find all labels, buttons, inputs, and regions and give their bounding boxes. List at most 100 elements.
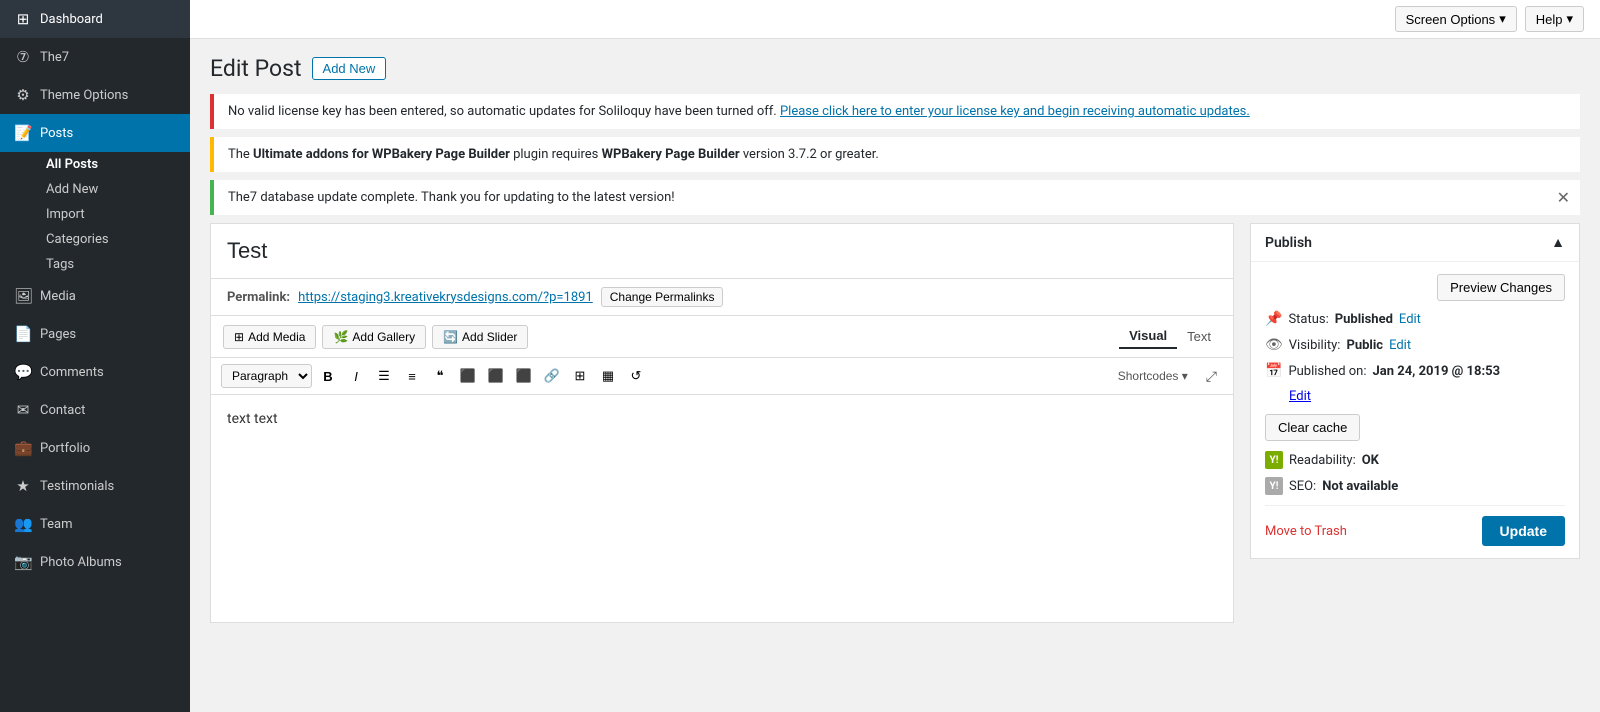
permalink-url[interactable]: https://staging3.kreativekrysdesigns.com… — [298, 290, 593, 305]
unordered-list-button[interactable]: ☰ — [372, 364, 396, 388]
published-on-label: Published on: — [1288, 364, 1366, 379]
paragraph-select[interactable]: Paragraph — [221, 364, 312, 388]
sidebar-item-label: The7 — [40, 50, 69, 65]
add-media-button[interactable]: ⊞ Add Media — [223, 325, 316, 349]
post-title-input[interactable] — [211, 224, 1233, 279]
add-gallery-button[interactable]: 🌿 Add Gallery — [322, 325, 426, 349]
visibility-edit-link[interactable]: Edit — [1389, 338, 1411, 353]
published-on-row: 📅 Published on: Jan 24, 2019 @ 18:53 — [1265, 363, 1565, 379]
add-media-icon: ⊞ — [234, 330, 244, 344]
preview-changes-button[interactable]: Preview Changes — [1437, 274, 1565, 301]
slider-icon: 🔄 — [443, 330, 458, 344]
sidebar-item-label: Team — [40, 517, 73, 532]
sidebar-item-label: Photo Albums — [40, 555, 122, 570]
contact-icon: ✉ — [14, 401, 32, 419]
add-media-label: Add Media — [248, 330, 305, 344]
editor-layout: Permalink: https://staging3.kreativekrys… — [210, 223, 1580, 623]
portfolio-icon: 💼 — [14, 439, 32, 457]
status-edit-link[interactable]: Edit — [1399, 312, 1421, 327]
blockquote-button[interactable]: ❝ — [428, 364, 452, 388]
seo-label: SEO: — [1289, 479, 1316, 494]
team-icon: 👥 — [14, 515, 32, 533]
publish-sidebar: Publish ▲ Preview Changes 📌 Status: Publ… — [1250, 223, 1580, 575]
dashboard-icon: ⊞ — [14, 10, 32, 28]
sidebar-item-label: Posts — [40, 126, 73, 141]
readability-label: Readability: — [1289, 453, 1356, 468]
help-label: Help — [1536, 12, 1563, 27]
screen-options-button[interactable]: Screen Options ▾ — [1395, 6, 1517, 32]
tab-text[interactable]: Text — [1177, 324, 1221, 349]
sidebar-sub-item-tags[interactable]: Tags — [36, 252, 190, 277]
ordered-list-button[interactable]: ≡ — [400, 364, 424, 388]
help-button[interactable]: Help ▾ — [1525, 6, 1584, 32]
sidebar-item-label: Pages — [40, 327, 76, 342]
status-value: Published — [1335, 312, 1393, 327]
dismiss-button[interactable]: ✕ — [1557, 188, 1570, 208]
editor-content: text text — [227, 411, 278, 427]
italic-button[interactable]: I — [344, 364, 368, 388]
sidebar-item-comments[interactable]: 💬 Comments — [0, 353, 190, 391]
sidebar-item-portfolio[interactable]: 💼 Portfolio — [0, 429, 190, 467]
sidebar-sub-item-all-posts[interactable]: All Posts — [36, 152, 190, 177]
comments-icon: 💬 — [14, 363, 32, 381]
sidebar: ⊞ Dashboard ⑦ The7 ⚙ Theme Options 📝 Pos… — [0, 0, 190, 712]
shortcodes-button[interactable]: Shortcodes ▾ — [1110, 367, 1196, 385]
sidebar-item-team[interactable]: 👥 Team — [0, 505, 190, 543]
change-permalinks-button[interactable]: Change Permalinks — [601, 287, 724, 307]
permalink-label: Permalink: — [227, 290, 290, 305]
status-row: 📌 Status: Published Edit — [1265, 311, 1565, 327]
posts-icon: 📝 — [14, 124, 32, 142]
update-button[interactable]: Update — [1482, 516, 1565, 546]
expand-editor-button[interactable]: ⤢ — [1200, 366, 1223, 387]
publish-meta-box: Publish ▲ Preview Changes 📌 Status: Publ… — [1250, 223, 1580, 559]
editor-panel: Permalink: https://staging3.kreativekrys… — [210, 223, 1234, 623]
add-slider-button[interactable]: 🔄 Add Slider — [432, 325, 528, 349]
add-new-button[interactable]: Add New — [312, 57, 387, 80]
license-notice-link[interactable]: Please click here to enter your license … — [780, 104, 1250, 119]
page-title: Edit Post — [210, 55, 302, 82]
sidebar-item-the7[interactable]: ⑦ The7 — [0, 38, 190, 76]
tab-visual[interactable]: Visual — [1119, 324, 1177, 349]
sidebar-item-posts[interactable]: 📝 Posts — [0, 114, 190, 152]
move-to-trash-link[interactable]: Move to Trash — [1265, 524, 1347, 539]
sidebar-item-label: Media — [40, 289, 76, 304]
sidebar-item-contact[interactable]: ✉ Contact — [0, 391, 190, 429]
table-button[interactable]: ⊞ — [568, 364, 592, 388]
sidebar-item-dashboard[interactable]: ⊞ Dashboard — [0, 0, 190, 38]
sidebar-sub-item-categories[interactable]: Categories — [36, 227, 190, 252]
calendar-icon: 📅 — [1265, 363, 1282, 379]
sidebar-item-testimonials[interactable]: ★ Testimonials — [0, 467, 190, 505]
publish-meta-box-header[interactable]: Publish ▲ — [1251, 224, 1579, 262]
gear-icon: ⚙ — [14, 86, 32, 104]
link-button[interactable]: 🔗 — [540, 364, 564, 388]
published-on-value: Jan 24, 2019 @ 18:53 — [1373, 364, 1501, 379]
special-chars-button[interactable]: ▦ — [596, 364, 620, 388]
clear-cache-button[interactable]: Clear cache — [1265, 414, 1360, 441]
sidebar-item-label: Theme Options — [40, 88, 128, 103]
status-label: Status: — [1288, 312, 1328, 327]
published-on-edit-link[interactable]: Edit — [1289, 389, 1311, 404]
align-center-button[interactable]: ⬛ — [484, 364, 508, 388]
sidebar-sub-item-import[interactable]: Import — [36, 202, 190, 227]
sidebar-item-pages[interactable]: 📄 Pages — [0, 315, 190, 353]
editor-media-bar: ⊞ Add Media 🌿 Add Gallery 🔄 Add Slider V… — [211, 315, 1233, 358]
align-left-button[interactable]: ⬛ — [456, 364, 480, 388]
visual-text-tabs: Visual Text — [1119, 324, 1221, 349]
sidebar-sub-item-add-new[interactable]: Add New — [36, 177, 190, 202]
editor-body[interactable]: text text — [211, 395, 1233, 515]
main-content: Screen Options ▾ Help ▾ Edit Post Add Ne… — [190, 0, 1600, 712]
permalink-row: Permalink: https://staging3.kreativekrys… — [211, 279, 1233, 315]
sidebar-item-label: Comments — [40, 365, 104, 380]
sidebar-item-theme-options[interactable]: ⚙ Theme Options — [0, 76, 190, 114]
editor-format-bar: Paragraph B I ☰ ≡ ❝ ⬛ ⬛ ⬛ 🔗 ⊞ ▦ ↺ Shortc… — [211, 358, 1233, 395]
align-right-button[interactable]: ⬛ — [512, 364, 536, 388]
chevron-down-icon: ▾ — [1499, 11, 1506, 27]
sidebar-item-label: Portfolio — [40, 441, 90, 456]
visibility-row: 👁 Visibility: Public Edit — [1265, 337, 1565, 353]
undo-redo-button[interactable]: ↺ — [624, 364, 648, 388]
sidebar-item-photo-albums[interactable]: 📷 Photo Albums — [0, 543, 190, 581]
bold-button[interactable]: B — [316, 364, 340, 388]
yoast-readability-icon: Y! — [1265, 451, 1283, 469]
sidebar-item-media[interactable]: 🖼 Media — [0, 277, 190, 315]
plugin-notice: The Ultimate addons for WPBakery Page Bu… — [210, 137, 1580, 172]
